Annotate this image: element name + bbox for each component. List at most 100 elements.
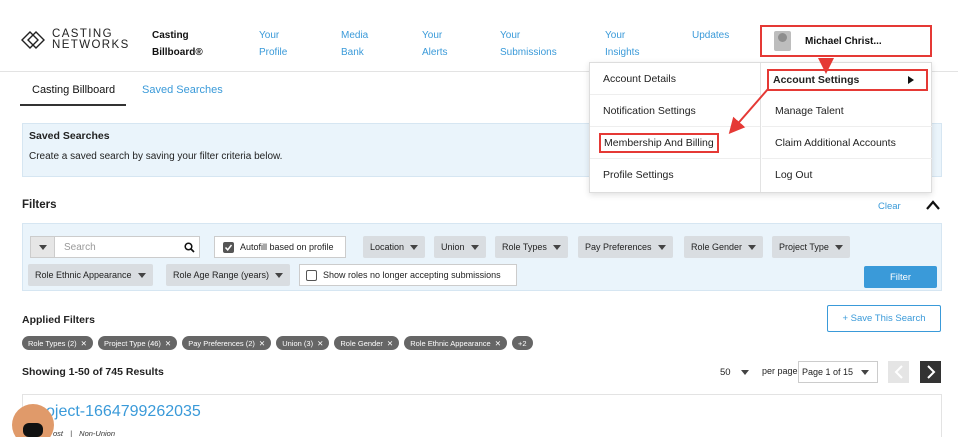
project-meta: ost | Non-Union <box>53 429 116 437</box>
project-type-dropdown[interactable]: Project Type <box>772 236 850 258</box>
role-gender-label: Role Gender <box>691 242 743 252</box>
filter-tag[interactable]: Role Types (2) ✕ <box>22 336 93 350</box>
close-icon[interactable]: ✕ <box>387 339 393 348</box>
user-menu-button[interactable]: Michael Christ... <box>760 25 932 57</box>
search-type-dropdown[interactable] <box>31 237 55 257</box>
menu-item-membership-billing[interactable]: Membership And Billing <box>590 127 760 159</box>
caret-right-icon <box>908 76 914 84</box>
close-icon[interactable]: ✕ <box>165 339 171 348</box>
caret-down-icon <box>137 272 146 278</box>
role-types-dropdown[interactable]: Role Types <box>495 236 568 258</box>
union-dropdown[interactable]: Union <box>434 236 486 258</box>
show-closed-roles-label: Show roles no longer accepting submissio… <box>323 270 501 280</box>
caret-down-icon <box>410 244 419 250</box>
applied-filters-title: Applied Filters <box>22 314 95 326</box>
next-page-button[interactable] <box>920 361 941 383</box>
nav-your-profile[interactable]: Your Profile <box>259 27 287 61</box>
chevron-up-icon[interactable] <box>925 199 941 211</box>
page-select[interactable]: Page 1 of 15 <box>798 361 878 383</box>
caret-down-icon <box>552 244 561 250</box>
menu-item-log-out[interactable]: Log Out <box>762 159 932 191</box>
nav-your-submissions[interactable]: Your Submissions <box>500 27 557 61</box>
filter-tag-label: Pay Preferences (2) <box>188 338 255 348</box>
project-title[interactable]: oject-1664799262035 <box>46 403 201 421</box>
menu-item-account-settings[interactable]: Account Settings <box>767 69 928 91</box>
menu-item-manage-talent[interactable]: Manage Talent <box>762 95 932 127</box>
checkbox-unchecked-icon <box>306 269 317 281</box>
filter-tag[interactable]: Pay Preferences (2) ✕ <box>182 336 272 350</box>
close-icon[interactable]: ✕ <box>259 339 265 348</box>
results-count: Showing 1-50 of 745 Results <box>22 366 164 378</box>
menu-item-notification-settings[interactable]: Notification Settings <box>590 95 760 127</box>
previous-page-button[interactable] <box>888 361 909 383</box>
filters-title: Filters <box>22 199 57 211</box>
autofill-label: Autofill based on profile <box>240 242 334 252</box>
caret-down-icon <box>861 369 869 375</box>
location-dropdown[interactable]: Location <box>363 236 426 258</box>
caret-down-icon <box>657 244 666 250</box>
per-page-value: 50 <box>720 366 731 378</box>
tab-casting-billboard[interactable]: Casting Billboard <box>20 84 126 106</box>
role-ethnic-appearance-dropdown[interactable]: Role Ethnic Appearance <box>28 264 153 286</box>
per-page-label: per page <box>762 366 798 376</box>
membership-billing-label: Membership And Billing <box>599 132 719 153</box>
close-icon[interactable]: ✕ <box>495 339 501 348</box>
casting-networks-logo[interactable]: CASTING NETWORKS <box>20 27 130 53</box>
role-gender-dropdown[interactable]: Role Gender <box>684 236 764 258</box>
tab-saved-searches[interactable]: Saved Searches <box>142 84 223 96</box>
account-settings-label: Account Settings <box>773 74 860 86</box>
save-search-button[interactable]: + Save This Search <box>827 305 941 332</box>
clear-filters-link[interactable]: Clear <box>878 201 901 212</box>
menu-item-account-details[interactable]: Account Details <box>590 63 760 95</box>
caret-down-icon <box>275 272 284 278</box>
more-filters-tag[interactable]: +2 <box>511 336 533 350</box>
filter-tag-label: Role Gender <box>340 338 383 348</box>
filter-tag-label: Project Type (46) <box>103 338 161 348</box>
filter-tag-label: Union (3) <box>282 338 314 348</box>
chat-icon <box>23 423 43 437</box>
dropdown-left-column: Account Details Notification Settings Me… <box>590 63 761 192</box>
project-meta-right: Non-Union <box>79 429 116 437</box>
menu-item-profile-settings[interactable]: Profile Settings <box>590 159 760 191</box>
nav-updates[interactable]: Updates <box>692 27 729 44</box>
applied-filter-tags: Role Types (2) ✕ Project Type (46) ✕ Pay P… <box>22 336 533 350</box>
autofill-checkbox[interactable]: Autofill based on profile <box>214 236 346 258</box>
search-icon[interactable] <box>179 237 199 257</box>
role-age-range-dropdown[interactable]: Role Age Range (years) <box>166 264 291 286</box>
filter-tag[interactable]: Role Gender ✕ <box>334 336 400 350</box>
checkbox-checked-icon <box>223 241 234 253</box>
avatar <box>774 31 791 51</box>
logo-text: CASTING NETWORKS <box>52 28 130 51</box>
dropdown-right-column: Account Settings Manage Talent Claim Add… <box>762 63 932 192</box>
filter-tag[interactable]: Role Ethnic Appearance ✕ <box>404 336 507 350</box>
nav-your-insights[interactable]: Your Insights <box>605 27 639 61</box>
role-age-range-label: Role Age Range (years) <box>173 270 270 280</box>
more-filters-label: +2 <box>517 338 527 348</box>
filter-button[interactable]: Filter <box>864 266 937 288</box>
account-dropdown-menu: Account Details Notification Settings Me… <box>589 62 932 193</box>
role-types-label: Role Types <box>502 242 547 252</box>
project-meta-left: ost <box>53 429 64 437</box>
nav-your-alerts[interactable]: Your Alerts <box>422 27 448 61</box>
caret-down-icon <box>470 244 479 250</box>
filter-tag[interactable]: Union (3) ✕ <box>276 336 330 350</box>
caret-down-icon <box>748 244 757 250</box>
page-value: Page 1 of 15 <box>802 367 854 377</box>
caret-down-icon <box>834 244 843 250</box>
close-icon[interactable]: ✕ <box>317 339 323 348</box>
menu-item-claim-accounts[interactable]: Claim Additional Accounts <box>762 127 932 159</box>
caret-down-icon <box>740 369 749 375</box>
show-closed-roles-checkbox[interactable]: Show roles no longer accepting submissio… <box>299 264 517 286</box>
nav-media-bank[interactable]: Media Bank <box>341 27 368 61</box>
per-page-select[interactable]: 50 <box>716 362 756 382</box>
user-name: Michael Christ... <box>805 35 882 47</box>
pay-preferences-dropdown[interactable]: Pay Preferences <box>578 236 673 258</box>
filter-panel: Search Autofill based on profile Locatio… <box>22 223 942 291</box>
close-icon[interactable]: ✕ <box>81 339 87 348</box>
nav-casting-billboard[interactable]: Casting Billboard® <box>152 27 203 61</box>
project-type-label: Project Type <box>779 242 829 252</box>
project-card[interactable]: oject-1664799262035 ost | Non-Union <box>22 394 942 437</box>
role-ethnic-appearance-label: Role Ethnic Appearance <box>35 270 132 280</box>
filter-tag[interactable]: Project Type (46) ✕ <box>97 336 178 350</box>
search-input[interactable]: Search <box>30 236 200 258</box>
